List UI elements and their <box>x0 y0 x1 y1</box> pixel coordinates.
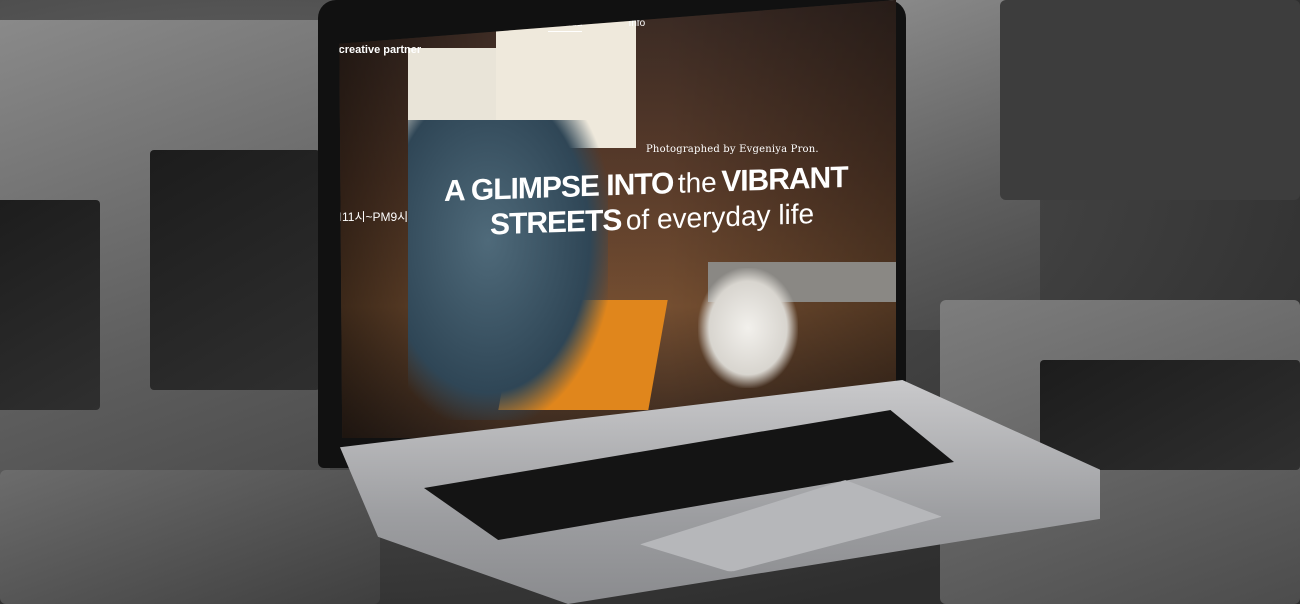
hours-sign-text: M11시~PM9시 <box>332 210 409 224</box>
hero-headline: A GLIMPSE INTO the VIBRANT STREETS of ev… <box>444 160 848 247</box>
brand-logo-text[interactable]: A creative partner <box>339 44 421 56</box>
block-hole <box>1040 360 1300 470</box>
block-hole <box>0 200 100 410</box>
concrete-block-bottom-left <box>0 470 380 604</box>
concrete-block-far-right <box>1000 0 1300 200</box>
headline-part-1: A GLIMPSE INTO <box>444 167 674 209</box>
headline-part-3: VIBRANT <box>721 160 848 199</box>
elderly-man <box>408 120 608 420</box>
headline-part-5: of everyday life <box>625 198 815 236</box>
white-dog <box>698 268 798 388</box>
headline-part-4: STREETS <box>490 203 622 242</box>
photo-credit: Photographed by Evgeniya Pron. <box>646 144 819 155</box>
laptop-screen: A creative partner Futured Info M11시~PM9… <box>332 0 896 438</box>
headline-part-2: the <box>677 166 717 199</box>
block-hole <box>150 150 320 390</box>
